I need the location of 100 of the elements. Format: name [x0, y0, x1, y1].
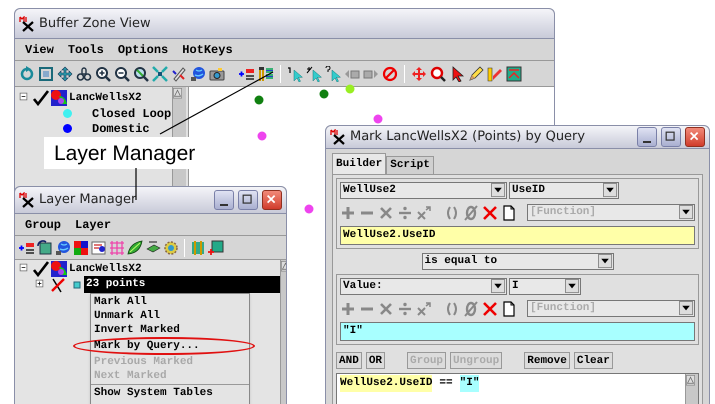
magnifier-icon[interactable]: [430, 66, 446, 82]
question-cursor-icon[interactable]: [325, 66, 341, 82]
plus-icon[interactable]: [340, 300, 356, 316]
element-row[interactable]: 23 points: [84, 276, 280, 293]
menu-item[interactable]: Layer: [75, 216, 112, 234]
maximize-button[interactable]: [661, 127, 681, 147]
query-token: "I": [460, 375, 480, 392]
leaf-icon[interactable]: [127, 240, 143, 256]
divide-icon[interactable]: [397, 204, 413, 220]
expression-field[interactable]: WellUse2.UseID: [340, 226, 695, 245]
point-symbol-icon: [73, 280, 81, 288]
window-title: Mark LancWellsX2 (Points) by Query: [350, 128, 586, 146]
scrollbar[interactable]: [685, 374, 698, 404]
gear-icon[interactable]: [163, 240, 179, 256]
map-point: [345, 84, 355, 94]
hidden-layer-icon[interactable]: [50, 276, 66, 292]
caret-icon[interactable]: [603, 183, 618, 198]
map-point: [373, 114, 383, 124]
caret-icon[interactable]: [598, 254, 612, 269]
menu-item[interactable]: Group: [25, 216, 62, 234]
field-dropdown[interactable]: UseID: [509, 182, 619, 199]
brush-icon[interactable]: [171, 66, 187, 82]
map-window-icon[interactable]: [506, 66, 522, 82]
map-point: [254, 95, 264, 105]
page-icon[interactable]: [501, 204, 517, 220]
minimize-icon: [643, 140, 651, 142]
menu-item[interactable]: Options: [118, 40, 168, 58]
menu-item[interactable]: Mark by Query...: [91, 339, 249, 353]
app-logo-icon: [19, 16, 35, 32]
table-dropdown[interactable]: WellUse2: [340, 182, 507, 199]
refresh-map-icon[interactable]: [37, 240, 53, 256]
legend-label: Closed Loop: [92, 106, 172, 122]
slashed-zero-icon[interactable]: [463, 204, 479, 220]
query-button[interactable]: OR: [366, 352, 386, 368]
menu-item[interactable]: Mark All: [91, 295, 249, 309]
globe-icon[interactable]: [190, 66, 206, 82]
tab[interactable]: Script: [386, 156, 434, 174]
binoculars-icon[interactable]: [76, 66, 92, 82]
minimize-button[interactable]: [214, 190, 234, 210]
map-point: [257, 131, 267, 141]
pencil-icon[interactable]: [468, 66, 484, 82]
caret-icon[interactable]: [565, 279, 580, 294]
minimize-button[interactable]: [637, 127, 657, 147]
close-button[interactable]: [685, 127, 705, 147]
menu-item[interactable]: HotKeys: [182, 40, 233, 58]
query-token: WellUse2.UseID: [340, 375, 432, 392]
expression-field[interactable]: "I": [340, 322, 695, 341]
operator-dropdown[interactable]: is equal to: [422, 253, 614, 270]
prohibited-icon[interactable]: [382, 66, 398, 82]
query-button[interactable]: AND: [336, 352, 362, 368]
color-squares-icon[interactable]: [73, 240, 89, 256]
camera-icon[interactable]: [209, 66, 225, 82]
leader-line: [135, 168, 137, 200]
map-point: [304, 204, 314, 214]
exponent-icon[interactable]: [416, 300, 432, 316]
magnifier-icon[interactable]: [133, 66, 149, 82]
four-way-arrow-icon[interactable]: [57, 66, 73, 82]
layer-name[interactable]: LancWellsX2: [69, 90, 142, 106]
close-button[interactable]: [262, 190, 282, 210]
legend-label: Domestic: [92, 120, 150, 138]
layer-manager-icon[interactable]: [258, 66, 274, 82]
parentheses-icon[interactable]: [444, 204, 460, 220]
square-frame-icon[interactable]: [38, 66, 54, 82]
menu-item[interactable]: Tools: [68, 40, 104, 58]
document-icon[interactable]: [91, 240, 107, 256]
multiply-icon[interactable]: [378, 300, 394, 316]
menu-item[interactable]: Show System Tables: [91, 386, 249, 400]
multiply-icon[interactable]: [378, 204, 394, 220]
page-icon[interactable]: [501, 300, 517, 316]
query-text-area[interactable]: WellUse2.UseID == "I": [336, 373, 699, 404]
caret-icon[interactable]: [491, 279, 506, 294]
query-button[interactable]: Remove: [524, 352, 570, 368]
add-map-icon[interactable]: [208, 240, 224, 256]
menu-item[interactable]: View: [25, 40, 54, 58]
table-dropdown[interactable]: Value:: [340, 278, 507, 295]
plus-minus-cursor-icon[interactable]: [306, 66, 322, 82]
inward-arrows-icon[interactable]: [152, 66, 168, 82]
plus-icon[interactable]: [340, 204, 356, 220]
window-title: Buffer Zone View: [39, 14, 151, 33]
slashed-zero-icon[interactable]: [463, 300, 479, 316]
exponent-icon[interactable]: [416, 204, 432, 220]
query-token: ==: [439, 376, 453, 391]
checkmark-icon[interactable]: [33, 90, 49, 106]
zoom-in-icon[interactable]: [95, 66, 111, 82]
divide-icon[interactable]: [397, 300, 413, 316]
field-dropdown[interactable]: I: [509, 278, 581, 295]
caret-icon[interactable]: [491, 183, 506, 198]
menu-item[interactable]: Invert Marked: [91, 323, 249, 337]
map-point: [319, 89, 329, 99]
select-cursor-icon[interactable]: [287, 66, 303, 82]
tab[interactable]: Builder: [332, 153, 386, 174]
redraw-icon[interactable]: [19, 66, 35, 82]
maximize-button[interactable]: [238, 190, 258, 210]
menu-item[interactable]: Unmark All: [91, 309, 249, 323]
layer-name[interactable]: LancWellsX2: [69, 260, 142, 278]
globe-icon[interactable]: [55, 240, 71, 256]
parentheses-icon[interactable]: [444, 300, 460, 316]
zoom-out-icon[interactable]: [114, 66, 130, 82]
query-button[interactable]: Clear: [574, 352, 613, 368]
checkmark-icon[interactable]: [33, 261, 49, 277]
